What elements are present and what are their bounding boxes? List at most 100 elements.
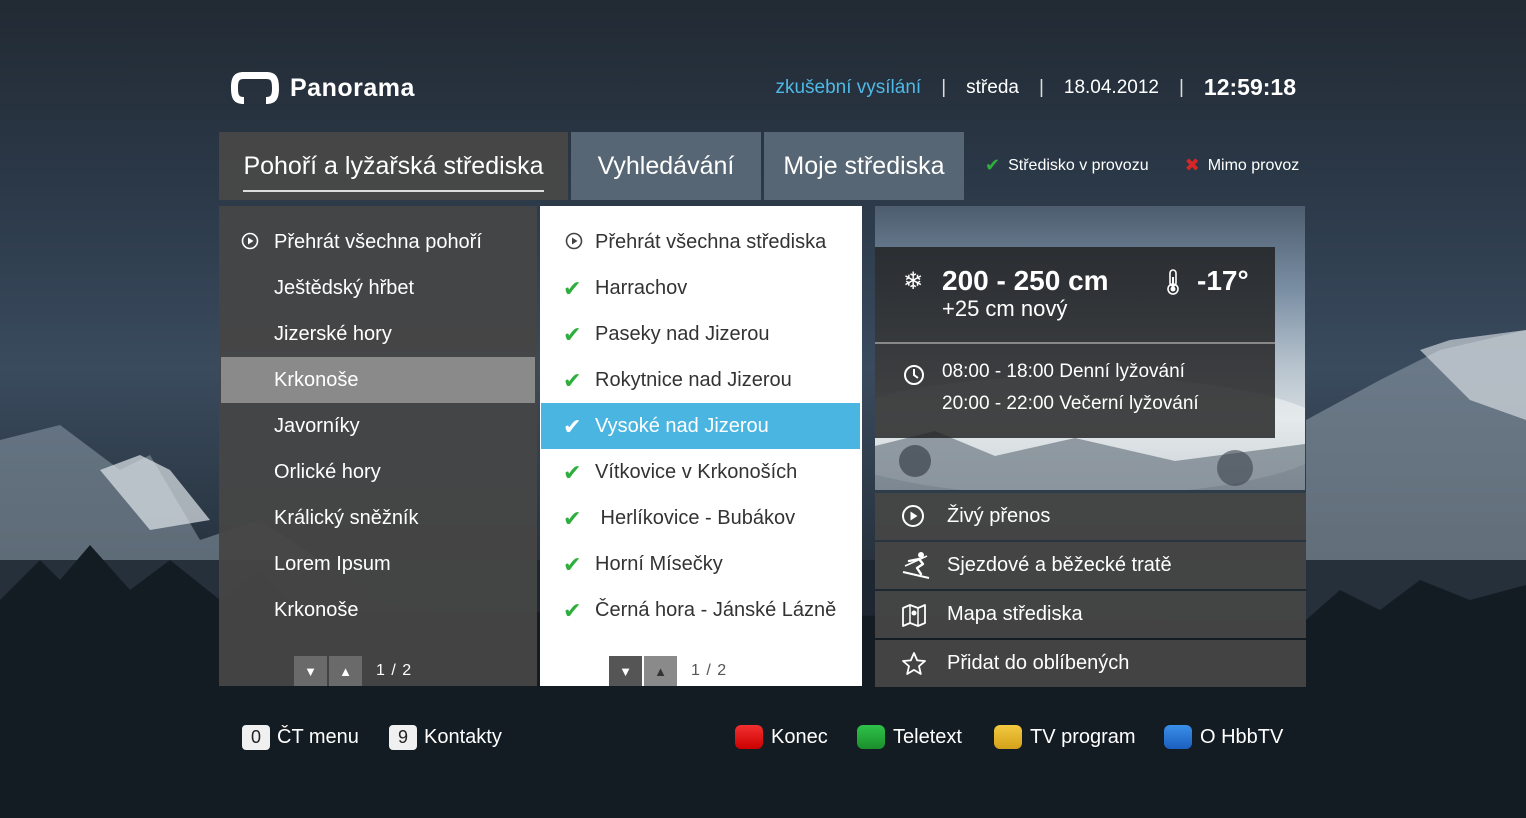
list-item[interactable]: ✔ Vítkovice v Krkonoších <box>541 449 860 495</box>
check-icon: ✔ <box>563 598 582 623</box>
list-item-label: Přehrát všechna pohoří <box>274 230 482 253</box>
tab-label: Moje střediska <box>783 151 945 180</box>
play-icon <box>565 232 583 250</box>
tab-search[interactable]: Vyhledávání <box>571 132 761 200</box>
check-icon: ✔ <box>985 155 1001 175</box>
page-indicator: 1 / 2 <box>376 662 413 679</box>
weather-panel: ❄ 200 - 250 cm +25 cm nový -17° 08:00 - … <box>875 247 1275 438</box>
list-item-label: Vítkovice v Krkonoších <box>595 460 798 483</box>
star-icon <box>902 652 926 675</box>
list-item[interactable]: ✔ Horní Mísečky <box>541 541 860 587</box>
list-item-label: Ještědský hřbet <box>274 276 415 299</box>
list-item-label: Harrachov <box>595 276 688 299</box>
legend-open: ✔ Středisko v provozu <box>985 155 1149 176</box>
list-item-selected[interactable]: ✔ Vysoké nad Jizerou <box>541 403 860 449</box>
legend-closed-label: Mimo provoz <box>1207 156 1300 174</box>
list-item-label: Vysoké nad Jizerou <box>595 414 769 437</box>
play-all-mountains[interactable]: Přehrát všechna pohoří <box>221 219 535 265</box>
footer-label: O HbbTV <box>1200 725 1284 748</box>
play-icon <box>241 232 259 250</box>
footer-label: ČT menu <box>277 725 359 748</box>
clock-icon <box>904 365 924 385</box>
arrow-up-icon: ▲ <box>654 663 667 679</box>
list-item[interactable]: ✔ Herlíkovice - Bubákov <box>541 495 860 541</box>
temperature: -17° <box>1197 265 1249 296</box>
map-button[interactable]: Mapa střediska <box>875 591 1306 638</box>
list-item-selected[interactable]: Krkonoše <box>221 357 535 403</box>
new-snow: +25 cm nový <box>942 296 1068 321</box>
red-button[interactable]: Konec <box>735 723 828 751</box>
resort-list: Přehrát všechna střediska ✔ Harrachov ✔ Pa… <box>540 206 862 686</box>
green-key-icon <box>857 725 885 749</box>
check-icon: ✔ <box>563 460 582 485</box>
list-item-label: Orlické hory <box>274 460 381 483</box>
yellow-button[interactable]: TV program <box>994 723 1136 751</box>
key-0-icon: 0 <box>242 724 270 750</box>
action-label: Živý přenos <box>947 505 1051 527</box>
list-item[interactable]: ✔ Rokytnice nad Jizerou <box>541 357 860 403</box>
page-indicator: 1 / 2 <box>691 662 728 679</box>
check-icon: ✔ <box>563 414 582 439</box>
ct-logo: Panorama <box>228 68 415 108</box>
arrow-down-icon: ▼ <box>619 663 632 679</box>
check-icon: ✔ <box>563 322 582 347</box>
list-item[interactable]: ✔ Harrachov <box>541 265 860 311</box>
list-item[interactable]: Javorníky <box>221 403 535 449</box>
list-item[interactable]: ✔ Paseky nad Jizerou <box>541 311 860 357</box>
contacts-button[interactable]: 9 Kontakty <box>389 723 502 751</box>
arrow-up-icon: ▲ <box>339 663 352 679</box>
list-item[interactable]: ✔ Černá hora - Jánské Lázně <box>541 587 860 633</box>
list-item[interactable]: Ještědský hřbet <box>221 265 535 311</box>
blue-button[interactable]: O HbbTV <box>1164 723 1283 751</box>
list-item[interactable]: Králický sněžník <box>221 495 535 541</box>
legend-closed: ✖ Mimo provoz <box>1185 155 1300 176</box>
footer-label: TV program <box>1030 725 1136 748</box>
hours-night: 20:00 - 22:00 Večerní lyžování <box>942 393 1199 414</box>
blue-key-icon <box>1164 725 1192 749</box>
list-item[interactable]: Lorem Ipsum <box>221 541 535 587</box>
snowflake-icon: ❄ <box>903 268 924 295</box>
divider <box>875 342 1275 344</box>
tab-bar: Pohoří a lyžařská střediska Vyhledávání … <box>219 132 967 200</box>
app-title: Panorama <box>290 73 415 102</box>
tab-label: Pohoří a lyžařská střediska <box>243 152 544 192</box>
mountain-pager: ▼ ▲ 1 / 2 <box>294 656 412 686</box>
yellow-key-icon <box>994 725 1022 749</box>
check-icon: ✔ <box>563 552 582 577</box>
tab-my-resorts[interactable]: Moje střediska <box>764 132 964 200</box>
page-down-button[interactable]: ▼ <box>609 656 642 686</box>
cross-icon: ✖ <box>1184 155 1200 175</box>
list-item[interactable]: Orlické hory <box>221 449 535 495</box>
slopes-button[interactable]: Sjezdové a běžecké tratě <box>875 542 1306 589</box>
thermometer-icon <box>1167 269 1179 295</box>
live-stream-button[interactable]: Živý přenos <box>875 493 1306 540</box>
snow-depth: 200 - 250 cm <box>942 265 1109 296</box>
page-up-button[interactable]: ▲ <box>329 656 362 686</box>
list-item-label: Králický sněžník <box>274 506 419 529</box>
separator: | <box>1038 76 1044 98</box>
footer-controls: 0 ČT menu 9 Kontakty Konec Teletext TV p… <box>242 723 1302 751</box>
action-label: Přidat do oblíbených <box>947 652 1130 674</box>
status-legend: ✔ Středisko v provozu ✖ Mimo provoz <box>985 155 1299 176</box>
tab-mountains[interactable]: Pohoří a lyžařská střediska <box>219 132 568 200</box>
play-circle-icon <box>902 505 924 527</box>
green-button[interactable]: Teletext <box>857 723 962 751</box>
page-up-button[interactable]: ▲ <box>644 656 677 686</box>
page-down-button[interactable]: ▼ <box>294 656 327 686</box>
footer-label: Teletext <box>893 725 962 748</box>
ct-menu-button[interactable]: 0 ČT menu <box>242 723 359 751</box>
check-icon: ✔ <box>563 276 582 301</box>
add-favorite-button[interactable]: Přidat do oblíbených <box>875 640 1306 687</box>
list-item[interactable]: Krkonoše <box>221 587 535 633</box>
date-label: 18.04.2012 <box>1063 76 1159 98</box>
list-item[interactable]: Jizerské hory <box>221 311 535 357</box>
status-bar: zkušební vysílání | středa | 18.04.2012 … <box>775 74 1296 101</box>
legend-open-label: Středisko v provozu <box>1008 156 1149 174</box>
play-all-resorts[interactable]: Přehrát všechna střediska <box>541 219 860 265</box>
list-item-label: Černá hora - Jánské Lázně <box>595 598 837 621</box>
list-item-label: Krkonoše <box>274 368 359 391</box>
resort-detail: ❄ 200 - 250 cm +25 cm nový -17° 08:00 - … <box>875 206 1306 687</box>
list-item-label: Lorem Ipsum <box>274 552 391 575</box>
ct-logo-icon <box>231 72 279 104</box>
red-key-icon <box>735 725 763 749</box>
